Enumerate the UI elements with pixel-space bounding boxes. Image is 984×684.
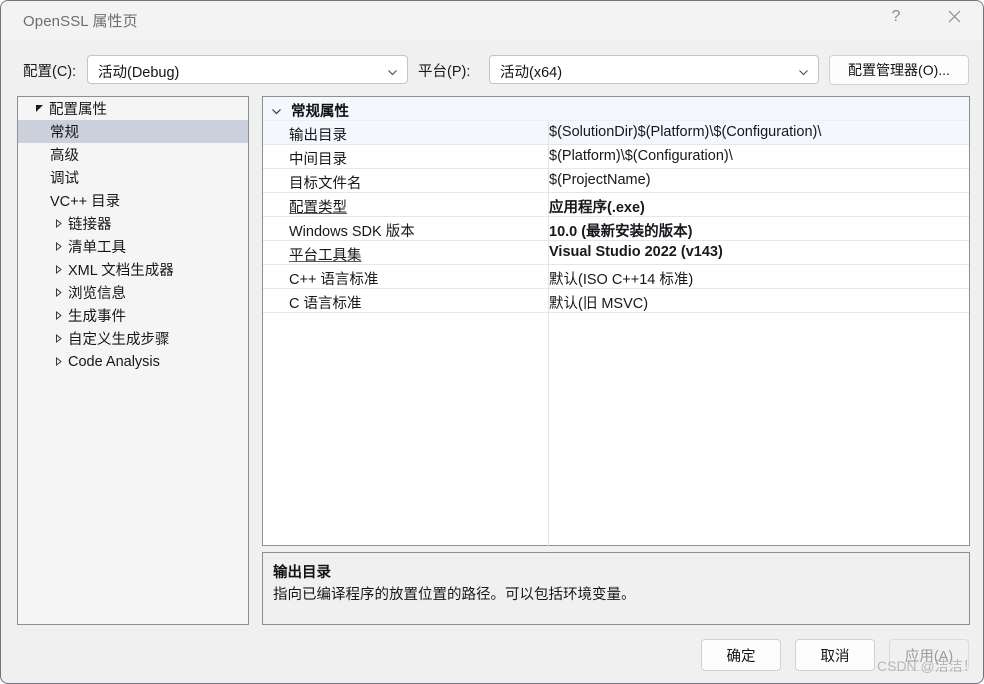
tree-item-label: 常规 [50,125,79,141]
property-row[interactable]: 配置类型 应用程序(.exe) [263,193,969,217]
close-button[interactable] [931,1,977,32]
property-name: 配置类型 [289,200,347,216]
property-row[interactable]: 平台工具集 Visual Studio 2022 (v143) [263,241,969,265]
tree-item[interactable]: 生成事件 [18,304,248,327]
property-value[interactable]: 10.0 (最新安装的版本) [549,220,692,241]
chevron-down-icon [387,65,398,76]
property-row[interactable]: C 语言标准 默认(旧 MSVC) [263,289,969,313]
chevron-down-icon [798,65,809,76]
tree-item-label: 高级 [50,148,79,164]
property-row[interactable]: Windows SDK 版本 10.0 (最新安装的版本) [263,217,969,241]
property-name: 目标文件名 [289,176,362,192]
property-value[interactable]: $(ProjectName) [549,172,651,188]
property-value[interactable]: Visual Studio 2022 (v143) [549,244,723,260]
configuration-value: 活动(Debug) [98,65,180,81]
tree-item[interactable]: 高级 [18,143,248,166]
configuration-manager-label: 配置管理器(O)... [848,62,950,78]
property-value[interactable]: $(Platform)\$(Configuration)\ [549,148,733,164]
property-row[interactable]: C++ 语言标准 默认(ISO C++14 标准) [263,265,969,289]
tree-item[interactable]: 自定义生成步骤 [18,327,248,350]
property-name: 输出目录 [289,128,347,144]
help-button[interactable]: ? [873,1,919,32]
tree-item-label: 生成事件 [68,309,126,325]
property-value[interactable]: 应用程序(.exe) [549,196,645,217]
tree-item-label: 调试 [50,171,79,187]
triangle-right-icon[interactable] [49,242,67,251]
property-name: 中间目录 [289,152,347,168]
apply-button: 应用(A) [889,639,969,671]
tree-item[interactable]: Code Analysis [18,350,248,373]
title-bar: OpenSSL 属性页 ? [1,1,983,39]
configuration-label: 配置(C): [23,64,77,80]
property-name: C++ 语言标准 [289,272,379,288]
property-group-label: 常规属性 [291,104,349,120]
property-row[interactable]: 输出目录 $(SolutionDir)$(Platform)\$(Configur… [263,121,969,145]
platform-label: 平台(P): [418,64,471,80]
window-title: OpenSSL 属性页 [23,13,138,30]
property-row[interactable]: 目标文件名 $(ProjectName) [263,169,969,193]
property-value[interactable]: 默认(旧 MSVC) [549,292,648,313]
description-body: 指向已编译程序的放置位置的路径。可以包括环境变量。 [273,587,636,603]
triangle-right-icon[interactable] [49,265,67,274]
triangle-right-icon[interactable] [49,311,67,320]
cancel-button-label: 取消 [820,648,850,665]
property-tree[interactable]: 配置属性常规高级调试 VC++ 目录链接器清单工具 XML 文档生成器 浏览信息生成事… [17,96,249,625]
question-mark-icon: ? [891,7,901,25]
property-row[interactable]: 中间目录 $(Platform)\$(Configuration)\ [263,145,969,169]
cancel-button[interactable]: 取消 [795,639,875,671]
ok-button[interactable]: 确定 [701,639,781,671]
tree-item-label: Code Analysis [68,353,160,370]
tree-item[interactable]: 调试 [18,166,248,189]
close-icon [948,10,961,23]
ok-button-label: 确定 [726,648,756,665]
tree-item[interactable]: 配置属性 [18,97,248,120]
triangle-right-icon[interactable] [49,357,67,366]
triangle-right-icon[interactable] [49,334,67,343]
property-value[interactable]: $(SolutionDir)$(Platform)\$(Configuratio… [549,124,821,140]
tree-item-label: 清单工具 [68,240,126,256]
platform-dropdown[interactable]: 活动(x64) [489,55,819,84]
configuration-manager-button[interactable]: 配置管理器(O)... [829,55,969,85]
tree-item-label: XML 文档生成器 [68,263,174,279]
property-grid[interactable]: 常规属性 输出目录 $(SolutionDir)$(Platform)\$(Con… [262,96,970,547]
property-name: Windows SDK 版本 [289,224,415,240]
tree-item[interactable]: VC++ 目录 [18,189,248,212]
tree-item[interactable]: XML 文档生成器 [18,258,248,281]
tree-item-label: 浏览信息 [68,286,126,302]
tree-item-label: 链接器 [68,217,112,233]
property-pages-dialog: OpenSSL 属性页 ? 配置(C): 活动(Debug) 平台(P): 活动… [0,0,984,684]
triangle-right-icon[interactable] [49,288,67,297]
description-panel: 输出目录 指向已编译程序的放置位置的路径。可以包括环境变量。 [262,552,970,625]
tree-item-label: 自定义生成步骤 [68,332,170,348]
tree-item[interactable]: 浏览信息 [18,281,248,304]
platform-value: 活动(x64) [500,65,563,81]
configuration-dropdown[interactable]: 活动(Debug) [87,55,408,84]
tree-item-label: 配置属性 [49,102,107,118]
grid-column-splitter[interactable] [548,121,549,547]
triangle-down-icon[interactable] [30,104,48,113]
tree-item[interactable]: 清单工具 [18,235,248,258]
description-title: 输出目录 [273,565,331,581]
chevron-down-icon [271,104,282,115]
tree-item-label: VC++ 目录 [50,194,121,210]
property-value[interactable]: 默认(ISO C++14 标准) [549,268,693,289]
apply-button-label: 应用(A) [904,648,954,665]
property-group-header[interactable]: 常规属性 [263,97,969,121]
property-name: 平台工具集 [289,248,362,264]
triangle-right-icon[interactable] [49,219,67,228]
tree-item[interactable]: 链接器 [18,212,248,235]
tree-item[interactable]: 常规 [18,120,248,143]
property-name: C 语言标准 [289,296,362,312]
